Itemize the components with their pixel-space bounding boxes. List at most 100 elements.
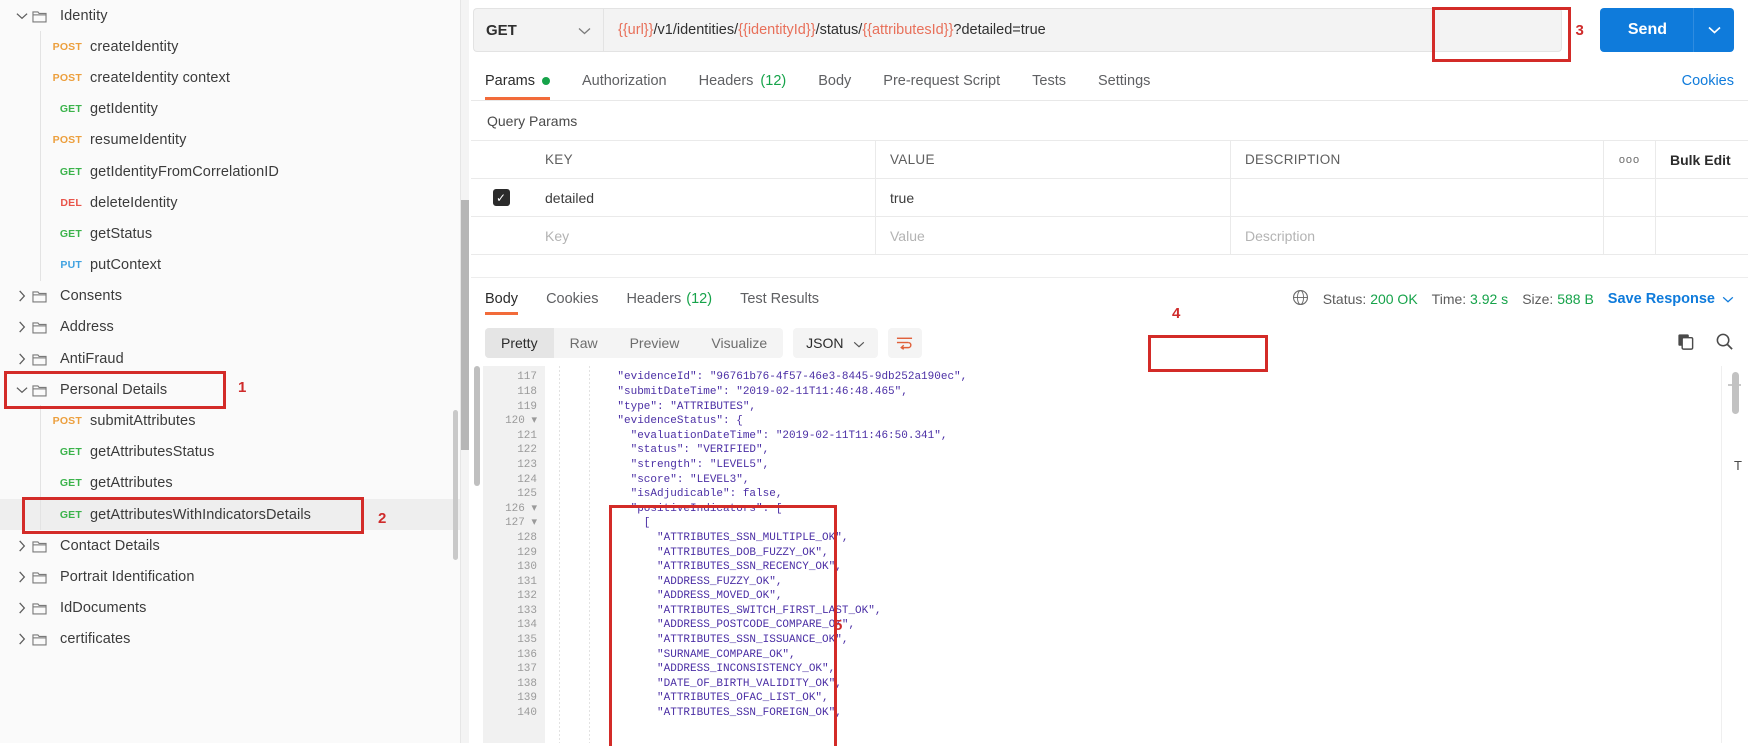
- code-line: "ATTRIBUTES_DOB_FUZZY_OK",: [591, 546, 829, 559]
- tab-headers[interactable]: Headers (12): [699, 73, 787, 100]
- format-tab-visualize[interactable]: Visualize: [695, 328, 783, 358]
- copy-icon[interactable]: [1676, 332, 1695, 354]
- line-number: 139: [517, 692, 537, 705]
- line-number: 136: [517, 648, 537, 661]
- chevron-down-icon[interactable]: [12, 12, 32, 20]
- response-body-code[interactable]: 117 118 119 120 ▾ 121 122 123 124 125 126 ▾ 127 ▾ 1…: [471, 366, 1748, 743]
- sidebar-request-getstatus[interactable]: GET getStatus: [0, 218, 460, 250]
- tab-authorization[interactable]: Authorization: [582, 73, 667, 100]
- more-options-icon[interactable]: ooo: [1604, 141, 1656, 178]
- code-vertical-thumb[interactable]: [1732, 372, 1739, 415]
- chevron-down-icon[interactable]: [12, 386, 32, 394]
- param-description-input[interactable]: [1231, 179, 1604, 216]
- chevron-right-icon[interactable]: [12, 633, 32, 645]
- collection-tree: Identity POST createIdentity POST createIden…: [0, 0, 460, 655]
- sidebar-folder-address[interactable]: Address: [0, 312, 460, 343]
- format-tab-preview[interactable]: Preview: [614, 328, 696, 358]
- sidebar-folder-identity[interactable]: Identity: [0, 0, 460, 31]
- main-scrollbar-thumb[interactable]: [461, 200, 469, 450]
- code-scroll-track[interactable]: [471, 366, 483, 743]
- globe-icon[interactable]: [1292, 289, 1309, 309]
- chevron-right-icon[interactable]: [12, 571, 32, 583]
- line-number: 132: [517, 590, 537, 603]
- sidebar-request-createidentity[interactable]: POST createIdentity: [0, 31, 460, 63]
- sidebar-folder-certificates[interactable]: certificates: [0, 624, 460, 655]
- new-param-description-input[interactable]: Description: [1231, 217, 1604, 254]
- param-enabled-checkbox[interactable]: ✓: [492, 189, 510, 206]
- sidebar-request-resumeidentity[interactable]: POST resumeIdentity: [0, 124, 460, 156]
- search-icon[interactable]: [1715, 332, 1734, 354]
- sidebar-folder-iddocuments[interactable]: IdDocuments: [0, 593, 460, 624]
- chevron-right-icon[interactable]: [12, 540, 32, 552]
- sidebar-request-putcontext[interactable]: PUT putContext: [0, 249, 460, 281]
- new-param-key-input[interactable]: Key: [531, 217, 876, 254]
- response-tab-test-results[interactable]: Test Results: [740, 278, 819, 320]
- chevron-right-icon[interactable]: [12, 290, 32, 302]
- code-content[interactable]: "evidenceId": "96761b76-4f57-46e3-8445-9…: [591, 366, 1748, 743]
- sidebar-request-getidentityfromcorrelationid[interactable]: GET getIdentityFromCorrelationID: [0, 155, 460, 188]
- sidebar-folder-portrait-identification[interactable]: Portrait Identification: [0, 561, 460, 592]
- tree-indent-line: [40, 124, 41, 156]
- tab-params[interactable]: Params: [485, 73, 550, 100]
- sidebar-request-label: putContext: [90, 257, 162, 274]
- tab-pre-request-script[interactable]: Pre-request Script: [883, 73, 1000, 100]
- chevron-right-icon[interactable]: [12, 602, 32, 614]
- url-input[interactable]: {{url}}/v1/identities/{{identityId}}/sta…: [603, 8, 1562, 52]
- send-button[interactable]: Send: [1599, 8, 1693, 52]
- sidebar-folder-contact-details[interactable]: Contact Details: [0, 530, 460, 561]
- http-method-select[interactable]: GET: [473, 8, 603, 52]
- wrap-lines-icon[interactable]: [887, 328, 922, 359]
- query-params-table: KEY VALUE DESCRIPTION ooo Bulk Edit ✓ de…: [471, 140, 1748, 255]
- folder-icon: [32, 601, 54, 615]
- tree-indent-line: [40, 467, 41, 499]
- bulk-edit-button[interactable]: Bulk Edit: [1656, 141, 1748, 178]
- code-line: "isAdjudicable": false,: [591, 488, 783, 501]
- request-tabs[interactable]: Params Authorization Headers (12) Body Pre-re…: [471, 61, 1748, 101]
- request-method-badge: PUT: [60, 259, 82, 272]
- code-minimap-rail[interactable]: T: [1721, 366, 1748, 743]
- request-method-badge: POST: [52, 40, 82, 53]
- sidebar-request-createidentity-context[interactable]: POST createIdentity context: [0, 62, 460, 94]
- send-options-chevron-icon[interactable]: [1693, 8, 1734, 52]
- response-tab-headers[interactable]: Headers (12): [626, 278, 712, 320]
- chevron-right-icon[interactable]: [12, 353, 32, 365]
- response-tab-cookies[interactable]: Cookies: [546, 278, 598, 320]
- tree-indent-line: [40, 93, 41, 125]
- annotation-marker-1: 1: [238, 379, 247, 396]
- request-method-badge: GET: [59, 227, 82, 240]
- folder-icon: [32, 383, 54, 397]
- sidebar-request-getattributesstatus[interactable]: GET getAttributesStatus: [0, 436, 460, 468]
- chevron-right-icon[interactable]: [12, 321, 32, 333]
- sidebar-folder-personal-details[interactable]: Personal Details: [0, 374, 460, 405]
- query-params-title: Query Params: [487, 113, 578, 129]
- main-scrollbar-track[interactable]: [461, 0, 469, 743]
- new-param-value-input[interactable]: Value: [876, 217, 1231, 254]
- response-tabs[interactable]: Body Cookies Headers (12) Test Results Statu…: [471, 277, 1748, 319]
- sidebar-folder-consents[interactable]: Consents: [0, 281, 460, 312]
- response-format-tabs[interactable]: Pretty Raw Preview Visualize: [485, 328, 784, 359]
- param-value-input[interactable]: true: [876, 179, 1231, 216]
- sidebar-request-submitattributes[interactable]: POST submitAttributes: [0, 405, 460, 437]
- collection-sidebar[interactable]: Identity POST createIdentity POST createIden…: [0, 0, 461, 743]
- save-response-button[interactable]: Save Response: [1608, 291, 1734, 307]
- sidebar-request-getattributes[interactable]: GET getAttributes: [0, 467, 460, 499]
- sidebar-folder-antifraud[interactable]: AntiFraud: [0, 343, 460, 374]
- tab-tests[interactable]: Tests: [1032, 73, 1066, 100]
- tab-settings[interactable]: Settings: [1098, 73, 1150, 100]
- table-row-empty: Key Value Description: [471, 217, 1748, 254]
- response-tab-body[interactable]: Body: [485, 278, 519, 320]
- tab-body[interactable]: Body: [818, 73, 851, 100]
- code-scroll-thumb[interactable]: [474, 366, 480, 487]
- response-language-select[interactable]: JSON: [793, 328, 878, 359]
- param-key-input[interactable]: detailed: [531, 179, 876, 216]
- format-tab-pretty[interactable]: Pretty: [485, 328, 554, 359]
- sidebar-scrollbar[interactable]: [453, 410, 458, 560]
- sidebar-request-getidentity[interactable]: GET getIdentity: [0, 93, 460, 125]
- sidebar-request-deleteidentity[interactable]: DEL deleteIdentity: [0, 187, 460, 219]
- cookies-link[interactable]: Cookies: [1682, 73, 1734, 100]
- tree-indent-line: [40, 249, 41, 281]
- status-label: Status:: [1322, 290, 1367, 307]
- sidebar-request-getattributeswithindicatorsdetails[interactable]: GET getAttributesWithIndicatorsDetails: [0, 499, 460, 531]
- request-method-badge: POST: [52, 415, 82, 428]
- format-tab-raw[interactable]: Raw: [554, 328, 614, 358]
